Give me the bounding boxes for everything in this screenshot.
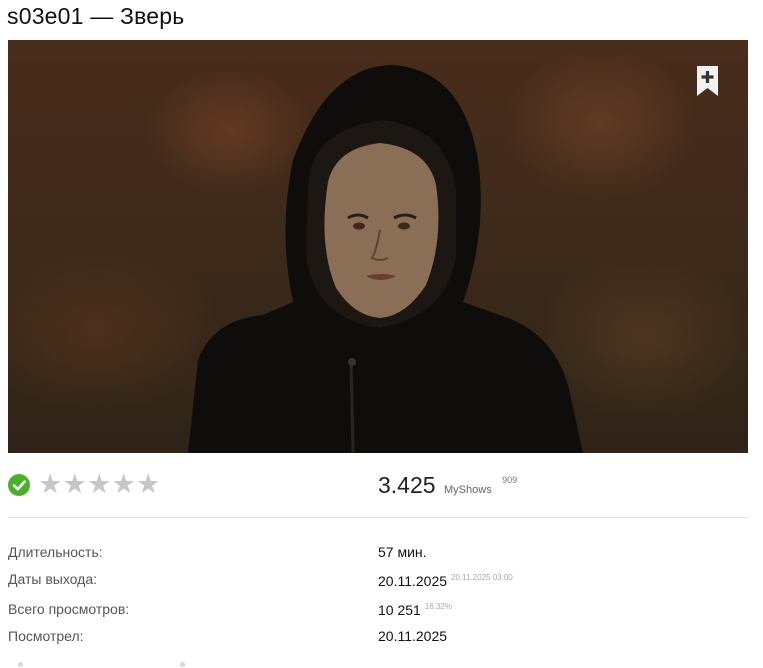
bookmark-plus-icon (697, 66, 718, 96)
star-rating: ★★★★★ (38, 471, 161, 498)
release-label: Даты выхода: (8, 571, 97, 587)
duration-value: 57 мин. (378, 544, 427, 560)
average-rating: 3.425 MyShows 909 (378, 471, 517, 499)
rating-votes: 909 (502, 475, 518, 485)
bottom-partial-row (8, 662, 748, 668)
bookmark-add-button[interactable] (697, 66, 718, 96)
duration-label: Длительность: (8, 544, 103, 560)
divider (8, 517, 748, 518)
rating-source: MyShows (444, 484, 492, 496)
rating-star-5[interactable]: ★ (136, 471, 161, 498)
views-percent: 16.32% (424, 602, 452, 611)
episode-still-illustration (188, 65, 583, 453)
episode-title: s03e01 — Зверь (7, 3, 185, 29)
views-label: Всего просмотров: (8, 601, 130, 617)
views-count: 10 251 (378, 602, 421, 618)
partial-icon (18, 662, 23, 667)
watched-on-value: 20.11.2025 (378, 628, 448, 644)
rating-star-4[interactable]: ★ (112, 471, 137, 498)
episode-still-image (8, 40, 748, 453)
views-value-row: 10 251 16.32% (378, 601, 452, 622)
partial-icon (180, 662, 185, 667)
rating-star-3[interactable]: ★ (87, 471, 112, 498)
check-circle-icon (12, 480, 26, 491)
rating-value: 3.425 (378, 472, 436, 498)
release-datetime: 20.11.2025 03:00 (451, 573, 513, 582)
rating-star-1[interactable]: ★ (38, 471, 63, 498)
watched-on-label: Посмотрел: (8, 628, 84, 644)
rating-star-2[interactable]: ★ (63, 471, 88, 498)
release-date: 20.11.2025 (378, 573, 448, 589)
watched-check-button[interactable] (8, 474, 30, 496)
release-value-row: 20.11.2025 20.11.2025 03:00 (378, 572, 513, 593)
